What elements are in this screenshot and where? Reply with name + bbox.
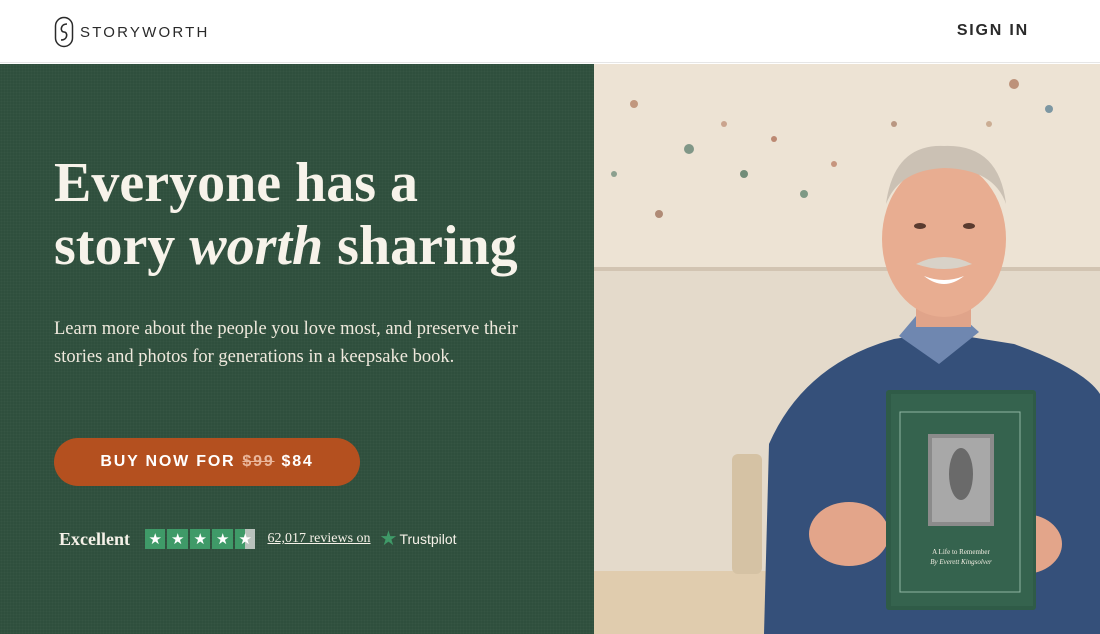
trustpilot-star-icon: ★ xyxy=(379,528,398,550)
sign-in-link[interactable]: SIGN IN xyxy=(957,22,1029,40)
site-header: STORYWORTH SIGN IN xyxy=(0,0,1100,63)
star-icon: ★ xyxy=(189,528,211,550)
cta-price: $84 xyxy=(281,453,314,470)
star-icon: ★ xyxy=(144,528,166,550)
cta-label: BUY NOW FOR xyxy=(100,453,236,470)
cta-old-price: $99 xyxy=(242,453,275,470)
man-holding-book-illustration: A Life to Remember By Everett Kingsolver xyxy=(594,64,1100,634)
headline-line1: Everyone has a xyxy=(54,152,418,214)
trustpilot-widget[interactable]: Excellent ★ ★ ★ ★ ★ 62,017 reviews on ★ … xyxy=(59,526,457,552)
headline-pre: story xyxy=(54,215,190,277)
hero-subcopy: Learn more about the people you love mos… xyxy=(54,319,518,367)
hero-panel: Everyone has a story worth sharing Learn… xyxy=(0,64,594,634)
book-author: By Everett Kingsolver xyxy=(930,558,992,566)
hero-photo: A Life to Remember By Everett Kingsolver xyxy=(594,64,1100,634)
headline-emphasis: worth xyxy=(189,215,324,277)
book-title: A Life to Remember xyxy=(932,548,990,556)
buy-now-button[interactable]: BUY NOW FOR $99 $84 xyxy=(54,438,360,486)
star-icon: ★ xyxy=(167,528,188,550)
star-icon: ★ xyxy=(212,528,233,550)
rating-stars: ★ ★ ★ ★ ★ xyxy=(144,528,256,550)
half-star-icon: ★ xyxy=(234,528,256,550)
headline-post: sharing xyxy=(323,215,518,277)
storyworth-s-icon xyxy=(54,16,74,48)
brand-name: STORYWORTH xyxy=(80,23,210,41)
rating-word: Excellent xyxy=(59,528,130,549)
trustpilot-logo[interactable]: ★ Trustpilot xyxy=(380,529,457,549)
trustpilot-name: Trustpilot xyxy=(399,531,457,547)
storyworth-logo[interactable]: STORYWORTH xyxy=(54,16,210,48)
reviews-link[interactable]: 62,017 reviews on xyxy=(267,531,370,547)
hero-headline: Everyone has a story worth sharing xyxy=(54,152,574,278)
